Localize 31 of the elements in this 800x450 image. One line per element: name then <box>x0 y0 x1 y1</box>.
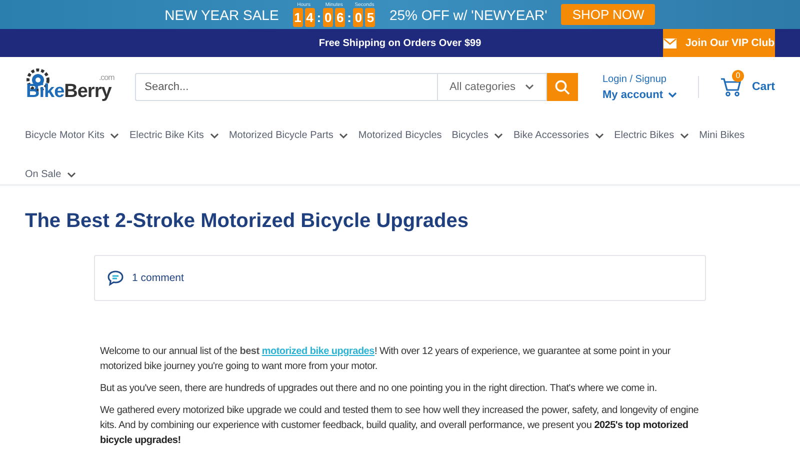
article-paragraph: Welcome to our annual list of the best motorized bike upgrades! With over 12 years of experience, we guarantee at some point in your motorized bike journey you're going to want more from your motor. <box>100 345 672 374</box>
logo[interactable]: BikeBerry .com <box>25 67 113 107</box>
nav-menu-item[interactable]: On Sale <box>25 155 76 195</box>
category-dropdown[interactable]: All categories <box>436 73 546 101</box>
my-account-link[interactable]: My account <box>602 88 678 100</box>
countdown-digit: 5 <box>365 8 376 27</box>
nav-menu-item[interactable]: Mini Bikes <box>699 116 745 156</box>
nav-menu-item[interactable]: Bicycle Motor Kits <box>25 116 120 156</box>
login-link[interactable]: Login / Signup <box>602 74 678 84</box>
nav-menu-item[interactable]: Motorized Bicycle Parts <box>228 116 348 156</box>
offer-text: 25% OFF w/ 'NEWYEAR' <box>389 6 548 22</box>
countdown-separator: : <box>316 9 322 27</box>
countdown-digit: 0 <box>323 8 334 27</box>
nav-menu-item[interactable]: Bicycles <box>452 116 504 156</box>
countdown-digit: 6 <box>335 8 346 27</box>
article-paragraph: But as you've seen, there are hundreds of upgrades out there and no one pointing you in the right direction. That's where we come in. <box>100 382 658 396</box>
nav-menu-item[interactable]: Electric Bikes <box>614 116 690 156</box>
nav-menu-item[interactable]: Electric Bike Kits <box>129 116 219 156</box>
countdown-separator: : <box>347 9 352 27</box>
countdown-digit: 1 <box>292 8 303 27</box>
countdown-digit: 4 <box>304 8 315 27</box>
article-paragraph: We gathered every motorized bike upgrade we could and tested them to see how well they increased the power, safety, and longevity of engine kits. And by combining our experience with customer feedback, build quality, and overall performance, we present you 2025's top motorized bicycle upgrades! <box>100 404 700 448</box>
nav-menu-item[interactable]: Bike Accessories <box>513 116 604 156</box>
article-title: The Best 2-Stroke Motorized Bicycle Upgrades <box>25 210 470 233</box>
cart-count-badge: 0 <box>732 70 744 82</box>
nav-menu-item[interactable]: Motorized Bicycles <box>358 116 442 156</box>
countdown-digit: 0 <box>353 8 364 27</box>
shipping-notice: Free Shipping on Orders Over $99 <box>318 38 482 48</box>
search-field[interactable]: Search... <box>134 73 436 101</box>
comment-count-link[interactable]: 1 comment <box>132 272 184 284</box>
promo-title: NEW YEAR SALE <box>164 6 279 22</box>
